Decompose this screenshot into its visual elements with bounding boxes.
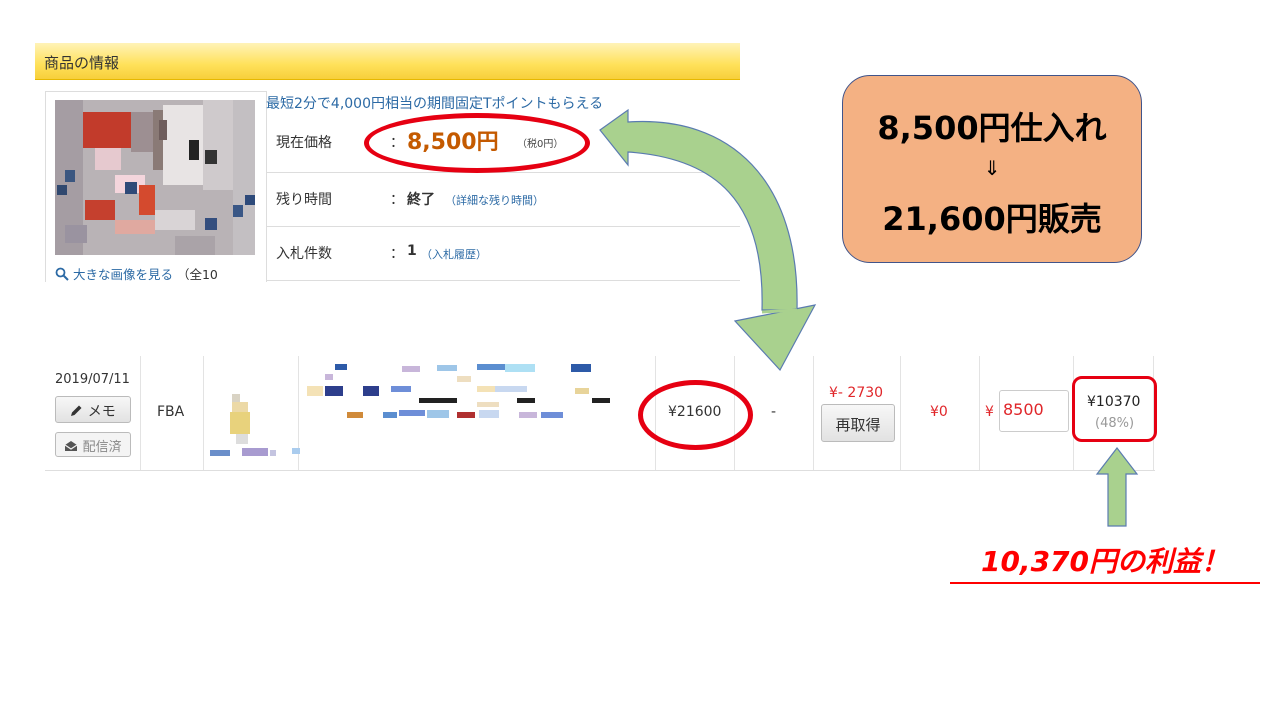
column-divider [813,356,814,470]
sent-button[interactable]: 配信済 [55,432,131,457]
column-divider [979,356,980,470]
profit-result-text: 10,370円の利益！ [950,540,1260,584]
product-thumbnail-mosaic[interactable] [210,384,300,464]
pencil-icon [71,405,82,416]
shipping-value: ¥0 [930,404,948,420]
down-arrow: ⇓ [983,156,1001,180]
profit-highlight-box [1072,376,1157,442]
purchase-text: 8,500円仕入れ [877,109,1107,147]
sent-button-label: 配信済 [82,440,122,455]
summary-callout: 8,500円仕入れ ⇓ 21,600円販売 [842,75,1142,263]
envelope-icon [65,441,78,451]
up-arrow-icon [1095,447,1139,527]
cost-input[interactable]: 8500 [999,390,1069,432]
fee-value: ¥- 2730 [829,385,884,401]
sale-date: 2019/07/11 [55,372,130,387]
channel-label: FBA [157,404,185,420]
sale-text: 21,600円販売 [882,200,1102,238]
product-title-mosaic[interactable] [307,364,627,426]
column-divider [140,356,141,470]
refetch-button[interactable]: 再取得 [821,404,895,442]
row-bottom-border [45,470,1155,471]
empty-cell-dash: - [771,404,777,420]
sale-price-highlight-circle [638,380,753,450]
column-divider [900,356,901,470]
cost-currency: ¥ [985,404,994,420]
sales-table-row: 2019/07/11 メモ 配信済 FBA ¥21600 - ¥- 2730 再… [45,356,1155,472]
memo-button[interactable]: メモ [55,396,131,423]
memo-button-label: メモ [87,404,116,420]
column-divider [203,356,204,470]
